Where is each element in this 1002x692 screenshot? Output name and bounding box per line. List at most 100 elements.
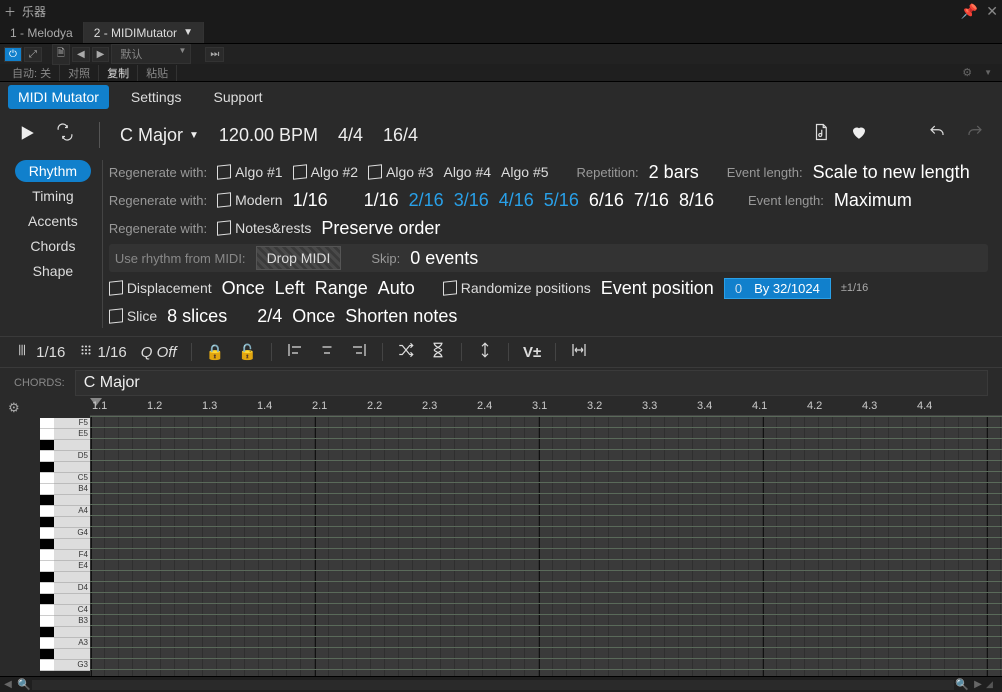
piano-key[interactable] bbox=[40, 649, 54, 660]
snap-2[interactable]: 1/16 bbox=[79, 343, 126, 361]
step-4[interactable]: 4/16 bbox=[499, 190, 534, 211]
time-signature-2[interactable]: 16/4 bbox=[383, 125, 418, 146]
horizontal-scrollbar[interactable]: ◀ 🔍 🔍 ▶ ◢ bbox=[0, 676, 1002, 692]
chevron-down-icon[interactable]: ▼ bbox=[183, 27, 193, 38]
gear-icon[interactable]: ⚙ bbox=[956, 66, 978, 79]
preserve-order-value[interactable]: Preserve order bbox=[321, 218, 440, 239]
piano-key[interactable] bbox=[40, 627, 54, 638]
align-right-icon[interactable] bbox=[350, 341, 368, 363]
algo-4-button[interactable]: Algo #4 bbox=[444, 164, 491, 180]
piano-key[interactable] bbox=[40, 484, 54, 495]
step-5[interactable]: 5/16 bbox=[544, 190, 579, 211]
disp-left[interactable]: Left bbox=[275, 278, 305, 299]
notes-rests-button[interactable]: Notes&rests bbox=[217, 220, 311, 236]
skip-end-button[interactable]: ⏭ bbox=[205, 47, 224, 62]
pin-icon[interactable]: 📌 bbox=[961, 3, 978, 20]
piano-key[interactable] bbox=[40, 605, 54, 616]
app-tab-midimutator[interactable]: 2 - MIDIMutator ▼ bbox=[84, 22, 204, 43]
piano-key[interactable] bbox=[40, 539, 54, 550]
algo-3-button[interactable]: Algo #3 bbox=[368, 164, 433, 180]
pill-timing[interactable]: Timing bbox=[18, 185, 88, 207]
algo-2-button[interactable]: Algo #2 bbox=[293, 164, 358, 180]
piano-key[interactable] bbox=[40, 506, 54, 517]
timeline-ruler[interactable]: 1.11.21.31.42.12.22.32.43.13.23.33.44.14… bbox=[90, 398, 1002, 416]
quantize[interactable]: Q Off bbox=[141, 344, 177, 361]
scroll-right-icon[interactable]: ▶ bbox=[970, 679, 986, 690]
compare-button[interactable]: 对照 bbox=[60, 65, 99, 81]
lock-open-icon[interactable]: 🔓 bbox=[238, 343, 257, 361]
plus-minus-value[interactable]: ±1/16 bbox=[841, 282, 868, 294]
algo-1-button[interactable]: Algo #1 bbox=[217, 164, 282, 180]
redo-button[interactable] bbox=[966, 123, 984, 147]
file-music-icon[interactable] bbox=[812, 123, 830, 147]
tab-settings[interactable]: Settings bbox=[121, 85, 192, 109]
zoom-out-icon[interactable]: 🔍 bbox=[16, 678, 32, 691]
shuffle-icon[interactable] bbox=[397, 341, 415, 363]
preset-dropdown[interactable]: 默认 ▼ bbox=[111, 44, 191, 64]
event-length-2-value[interactable]: Maximum bbox=[834, 190, 912, 211]
pill-rhythm[interactable]: Rhythm bbox=[15, 160, 91, 182]
close-icon[interactable]: ✕ bbox=[986, 3, 998, 20]
step-0[interactable]: 1/16 bbox=[293, 190, 328, 211]
piano-key[interactable] bbox=[40, 528, 54, 539]
piano-keyboard[interactable]: F5E5D5C5B4A4G4F4E4D4C4B3A3G3 bbox=[40, 418, 90, 676]
tab-support[interactable]: Support bbox=[204, 85, 273, 109]
pill-shape[interactable]: Shape bbox=[19, 260, 87, 282]
velocity-icon[interactable]: V± bbox=[523, 344, 541, 361]
add-plugin-icon[interactable]: ＋ bbox=[4, 3, 16, 20]
piano-key[interactable] bbox=[40, 451, 54, 462]
app-tab-melodya[interactable]: 1 - Melodya bbox=[0, 22, 84, 43]
step-8[interactable]: 8/16 bbox=[679, 190, 714, 211]
step-1[interactable]: 1/16 bbox=[364, 190, 399, 211]
algo-5-button[interactable]: Algo #5 bbox=[501, 164, 548, 180]
chords-input[interactable]: C Major bbox=[75, 370, 988, 396]
slice-once[interactable]: Once bbox=[292, 306, 335, 327]
slice-sig[interactable]: 2/4 bbox=[257, 306, 282, 327]
note-grid[interactable] bbox=[90, 416, 1002, 676]
play-button[interactable] bbox=[18, 122, 36, 148]
loop-button[interactable] bbox=[56, 123, 74, 147]
shorten-notes[interactable]: Shorten notes bbox=[345, 306, 457, 327]
heart-icon[interactable] bbox=[850, 123, 868, 147]
piano-key[interactable] bbox=[40, 462, 54, 473]
piano-key[interactable] bbox=[40, 572, 54, 583]
skip-value[interactable]: 0 events bbox=[410, 248, 478, 269]
displacement-button[interactable]: Displacement bbox=[109, 280, 212, 296]
time-signature-1[interactable]: 4/4 bbox=[338, 125, 363, 146]
prev-preset-button[interactable]: ◀ bbox=[72, 47, 90, 62]
expand-button[interactable]: ⤢ bbox=[24, 47, 42, 62]
disp-range[interactable]: Range bbox=[315, 278, 368, 299]
auto-toggle[interactable]: 自动: 关 bbox=[4, 65, 60, 81]
snap-1[interactable]: 1/16 bbox=[18, 343, 65, 361]
piano-key[interactable] bbox=[40, 517, 54, 528]
randomize-positions-button[interactable]: Randomize positions bbox=[443, 280, 591, 296]
tab-midi-mutator[interactable]: MIDI Mutator bbox=[8, 85, 109, 109]
zoom-in-icon[interactable]: 🔍 bbox=[954, 678, 970, 691]
resize-handle[interactable]: ◢ bbox=[986, 679, 1002, 690]
align-left-icon[interactable] bbox=[286, 341, 304, 363]
copy-button[interactable]: 复制 bbox=[99, 65, 138, 81]
piano-key[interactable] bbox=[40, 638, 54, 649]
piano-key[interactable] bbox=[40, 440, 54, 451]
slice-count[interactable]: 8 slices bbox=[167, 306, 227, 327]
step-3[interactable]: 3/16 bbox=[454, 190, 489, 211]
position-input[interactable]: 0 By 32/1024 bbox=[724, 278, 831, 299]
lock-closed-icon[interactable]: 🔒 bbox=[206, 343, 225, 361]
drop-midi-zone[interactable]: Drop MIDI bbox=[256, 246, 342, 270]
piano-key[interactable] bbox=[40, 550, 54, 561]
align-center-icon[interactable] bbox=[318, 341, 336, 363]
piano-key[interactable] bbox=[40, 660, 54, 671]
piano-key[interactable] bbox=[40, 495, 54, 506]
piano-key[interactable] bbox=[40, 418, 54, 429]
next-preset-button[interactable]: ▶ bbox=[92, 47, 110, 62]
paste-button[interactable]: 粘贴 bbox=[138, 65, 177, 81]
width-icon[interactable] bbox=[570, 341, 588, 363]
file-icon[interactable]: 🗎 bbox=[52, 44, 70, 65]
piano-key[interactable] bbox=[40, 429, 54, 440]
step-2[interactable]: 2/16 bbox=[409, 190, 444, 211]
bpm-value[interactable]: 120.00 BPM bbox=[219, 125, 318, 146]
event-length-value[interactable]: Scale to new length bbox=[813, 162, 970, 183]
pill-chords[interactable]: Chords bbox=[16, 235, 89, 257]
piano-key[interactable] bbox=[40, 594, 54, 605]
piano-key[interactable] bbox=[40, 616, 54, 627]
